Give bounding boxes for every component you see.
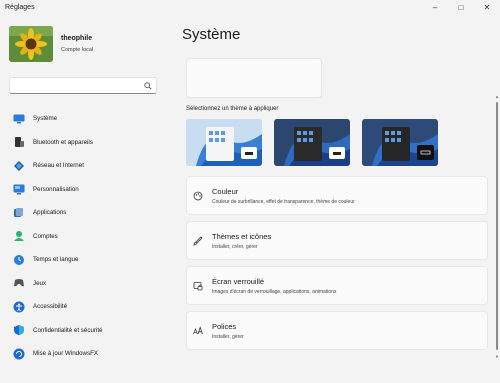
accessibility-icon [13,301,25,313]
accounts-icon [13,230,25,242]
page-title: Système [182,26,241,43]
sidebar-item-label: Jeux [33,279,47,287]
lock-screen-icon [193,281,203,291]
card-subtitle: Images d'écran de verrouillage, applicat… [212,288,337,295]
bluetooth-devices-icon [13,136,25,148]
theme-option-dark-alt[interactable] [362,119,438,166]
sidebar-item-systeme[interactable]: Système [6,107,164,131]
scroll-down-arrow[interactable]: ▼ [495,354,499,359]
sidebar-item-label: Bluetooth et appareils [33,138,93,146]
sidebar-item-label: Système [33,115,58,123]
display-icon [13,113,25,125]
search-icon[interactable] [144,81,152,90]
sidebar-item-accessibilite[interactable]: Accessibilité [6,295,164,319]
brush-icon [193,235,203,246]
settings-cards: Couleur Couleur de surbrillance, effet d… [186,176,488,356]
card-subtitle: Couleur de surbrillance, effet de transp… [212,198,355,205]
time-language-icon [13,254,25,266]
maximize-button[interactable]: □ [448,0,474,14]
card-title: Polices [212,321,237,331]
fonts-icon [193,325,203,336]
close-button[interactable]: ✕ [474,0,500,14]
window-title: Réglages [5,3,35,11]
sidebar-item-label: Comptes [33,232,58,240]
network-icon [13,160,25,172]
sidebar-item-label: Applications [33,209,67,217]
palette-icon [193,191,203,201]
sidebar-item-mise-a-jour[interactable]: Mise à jour WindowsFX [6,342,164,366]
sidebar-item-label: Personnalisation [33,185,79,193]
sidebar-item-personnalisation[interactable]: Personnalisation [6,178,164,202]
scroll-up-arrow[interactable]: ▲ [495,94,499,99]
games-icon [13,277,25,289]
card-subtitle: Installer, gérer [212,333,244,340]
theme-option-light[interactable] [186,119,262,166]
sidebar-item-temps-langue[interactable]: Temps et langue [6,248,164,272]
sidebar-item-bluetooth[interactable]: Bluetooth et appareils [6,131,164,155]
card-subtitle: Installer, créer, gérer [212,243,258,250]
theme-section-label: Sélectionnez un thème à appliquer [186,106,279,112]
main-content: Système Sélectionnez un thème à applique… [170,14,500,383]
update-icon [13,348,25,360]
search-input[interactable] [14,82,134,89]
sidebar-item-comptes[interactable]: Comptes [6,225,164,249]
sidebar-item-label: Réseau et Internet [33,162,84,170]
sidebar-item-label: Confidentialité et sécurité [33,326,103,334]
personalization-icon [13,183,25,195]
sidebar-item-label: Temps et langue [33,256,79,264]
theme-option-dark[interactable] [274,119,350,166]
sidebar-item-label: Accessibilité [33,303,68,311]
card-title: Couleur [212,186,239,196]
theme-selector [186,119,438,166]
card-polices[interactable]: Polices Installer, gérer [186,311,488,350]
minimize-button[interactable]: – [422,0,448,14]
card-title: Écran verrouillé [212,276,265,286]
title-bar: Réglages – □ ✕ [0,0,500,14]
card-ecran-verrouille[interactable]: Écran verrouillé Images d'écran de verro… [186,266,488,305]
sidebar-item-applications[interactable]: Applications [6,201,164,225]
sidebar-item-label: Mise à jour WindowsFX [33,350,98,358]
shield-icon [13,324,25,336]
avatar [9,26,53,62]
username: theophile [61,35,93,42]
card-title: Thèmes et icônes [212,231,272,241]
sidebar: theophile Compte local Système Bluetooth… [0,14,170,383]
user-profile[interactable]: theophile Compte local [9,26,93,62]
sidebar-item-confidentialite[interactable]: Confidentialité et sécurité [6,319,164,343]
scrollbar-thumb[interactable] [496,102,498,350]
apps-icon [13,207,25,219]
window-controls: – □ ✕ [422,0,500,14]
sidebar-item-jeux[interactable]: Jeux [6,272,164,296]
card-couleur[interactable]: Couleur Couleur de surbrillance, effet d… [186,176,488,215]
sidebar-nav: Système Bluetooth et appareils Réseau et… [6,107,164,366]
card-themes-icones[interactable]: Thèmes et icônes Installer, créer, gérer [186,221,488,260]
search-box[interactable] [9,77,157,94]
sidebar-item-reseau[interactable]: Réseau et Internet [6,154,164,178]
preview-card [186,58,322,98]
account-type: Compte local [61,47,94,53]
